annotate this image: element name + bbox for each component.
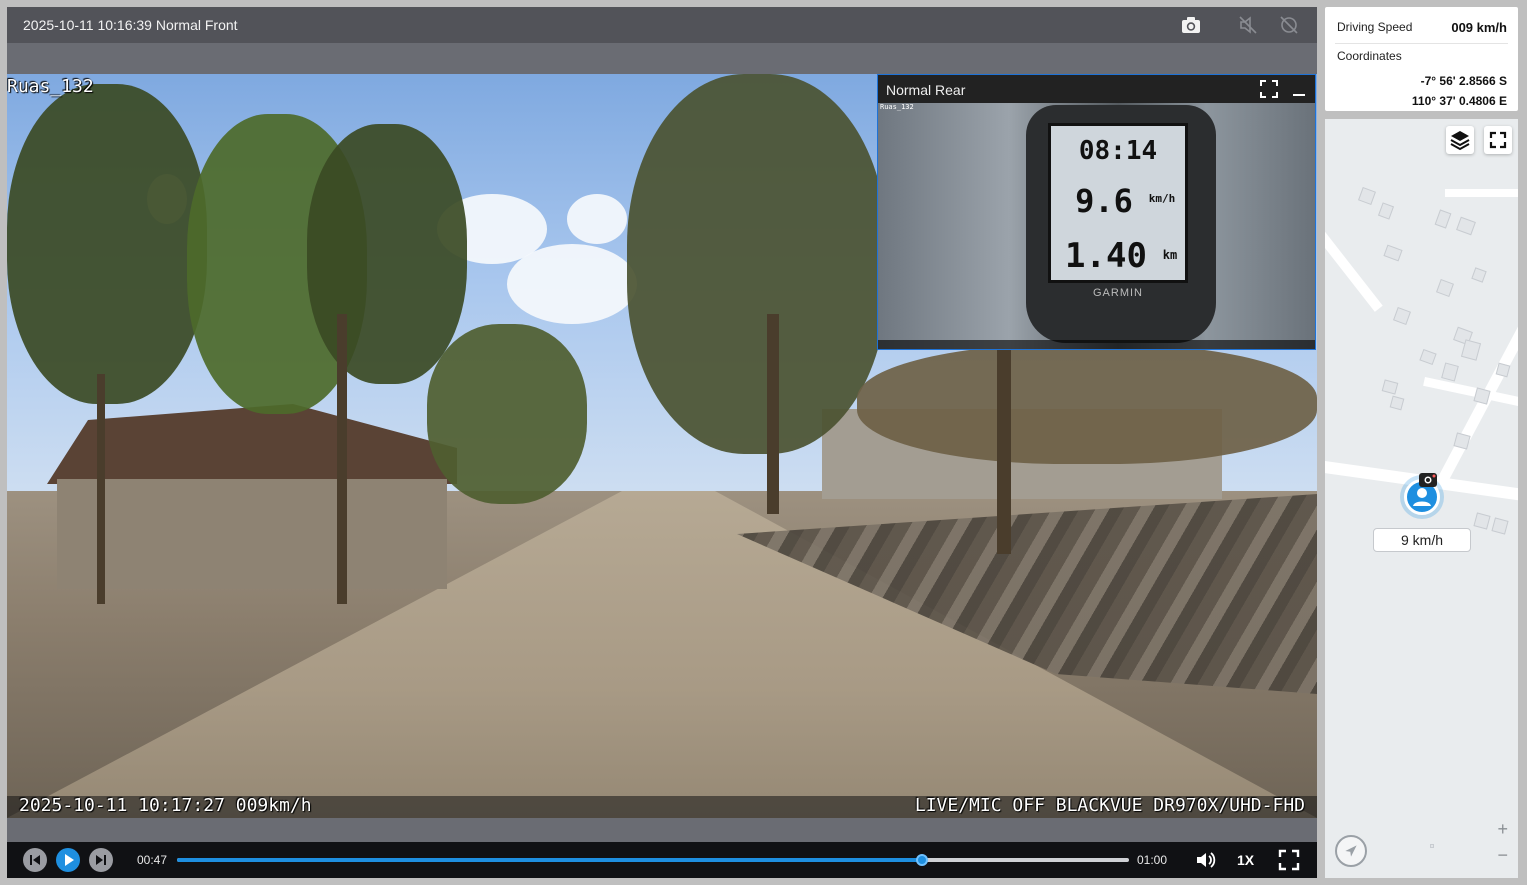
map-street [1325,219,1383,312]
camera-badge-icon [1419,473,1437,487]
gps-distance-unit: km [1162,248,1178,262]
next-frame-button[interactable] [89,848,113,872]
map-building [1471,267,1487,283]
gps-brand: GARMIN [1093,287,1143,299]
progress-fill [177,858,923,862]
tree-trunk [997,334,1011,554]
map-panel[interactable]: 9 km/h + − [1325,119,1518,878]
zoom-in-button[interactable]: + [1497,819,1508,840]
map-fullscreen-icon[interactable] [1484,126,1512,154]
map-building [1389,395,1405,411]
cloud-shape [507,244,637,324]
rear-camera-view: Ruas_132 08:14 9.6 km/h 1.40 km GARMIN [878,103,1315,349]
map-building [1441,362,1459,382]
gps-time: 08:14 [1078,136,1158,166]
gps-speed-unit: km/h [1148,192,1176,205]
minimize-icon[interactable] [1290,80,1308,98]
speed-value: 009 km/h [1451,20,1507,35]
tree-mid [307,124,467,384]
map-building [1419,348,1437,366]
play-button[interactable] [56,848,80,872]
tree-trunk [767,314,779,514]
tree-left [7,84,207,404]
camera-icon[interactable] [1180,14,1202,36]
map-building [1358,187,1376,205]
compass-icon[interactable] [1335,835,1367,867]
progress-bar[interactable] [177,854,1129,866]
no-gps-icon[interactable] [1278,14,1300,36]
pip-title: Normal Rear [886,82,966,98]
map-building [1460,339,1482,361]
map-building [1381,379,1399,395]
house-wall [57,479,447,589]
dry-brush [857,344,1317,464]
current-time: 00:47 [137,853,168,867]
map-street [1445,189,1518,197]
map-building [1436,279,1454,297]
layers-button[interactable] [1446,126,1474,154]
no-audio-icon[interactable] [1237,14,1259,36]
map-building [1430,844,1434,848]
map-building [1383,244,1403,262]
telemetry-panel: Driving Speed 009 km/h Coordinates -7° 5… [1325,7,1518,111]
osd-location: Ruas_132 [7,76,94,97]
info-divider [1335,43,1508,44]
osd-timestamp-speed: 2025-10-11 10:17:27 009km/h [19,795,312,816]
video-player: 2025-10-11 10:16:39 Normal Front Ruas_13… [7,7,1317,878]
fullscreen-icon[interactable] [1278,849,1300,871]
osd-device-info: LIVE/MIC OFF BLACKVUE DR970X/UHD-FHD [914,795,1305,816]
previous-frame-button[interactable] [23,848,47,872]
rear-camera-pip[interactable]: Normal Rear Ruas_132 08:14 9.6 km/h 1.40… [877,74,1316,350]
playback-speed-button[interactable]: 1X [1237,852,1254,868]
progress-thumb[interactable] [916,854,929,866]
coordinates-label: Coordinates [1337,49,1402,63]
speed-label: Driving Speed [1337,20,1413,34]
playback-controls: 00:47 01:00 1X [7,842,1317,878]
map-building [1377,202,1395,220]
volume-icon[interactable] [1194,849,1216,871]
tree-right [627,74,887,454]
expand-icon[interactable] [1260,80,1278,98]
player-titlebar: 2025-10-11 10:16:39 Normal Front [7,7,1317,43]
map-street [1423,377,1518,411]
pip-osd-strip [878,340,1315,349]
map-building [1473,512,1491,530]
gps-screen: 08:14 9.6 km/h 1.40 km [1048,123,1188,283]
total-time: 01:00 [1137,853,1168,867]
map-building [1491,517,1509,535]
cloud-shape [567,194,627,244]
map-building [1393,307,1411,325]
zoom-out-button[interactable]: − [1497,845,1508,866]
latitude-value: -7° 56' 2.8566 S [1420,74,1507,88]
tree-trunk [337,314,347,604]
pip-titlebar: Normal Rear [878,75,1315,103]
marker-speed-label: 9 km/h [1373,528,1471,552]
tree-trunk [97,374,105,604]
tree-distant [427,324,587,504]
video-title: 2025-10-11 10:16:39 Normal Front [23,17,238,33]
map-building [1456,216,1476,236]
longitude-value: 110° 37' 0.4806 E [1411,94,1507,108]
pip-osd-location: Ruas_132 [880,103,914,111]
map-building [1434,209,1452,229]
